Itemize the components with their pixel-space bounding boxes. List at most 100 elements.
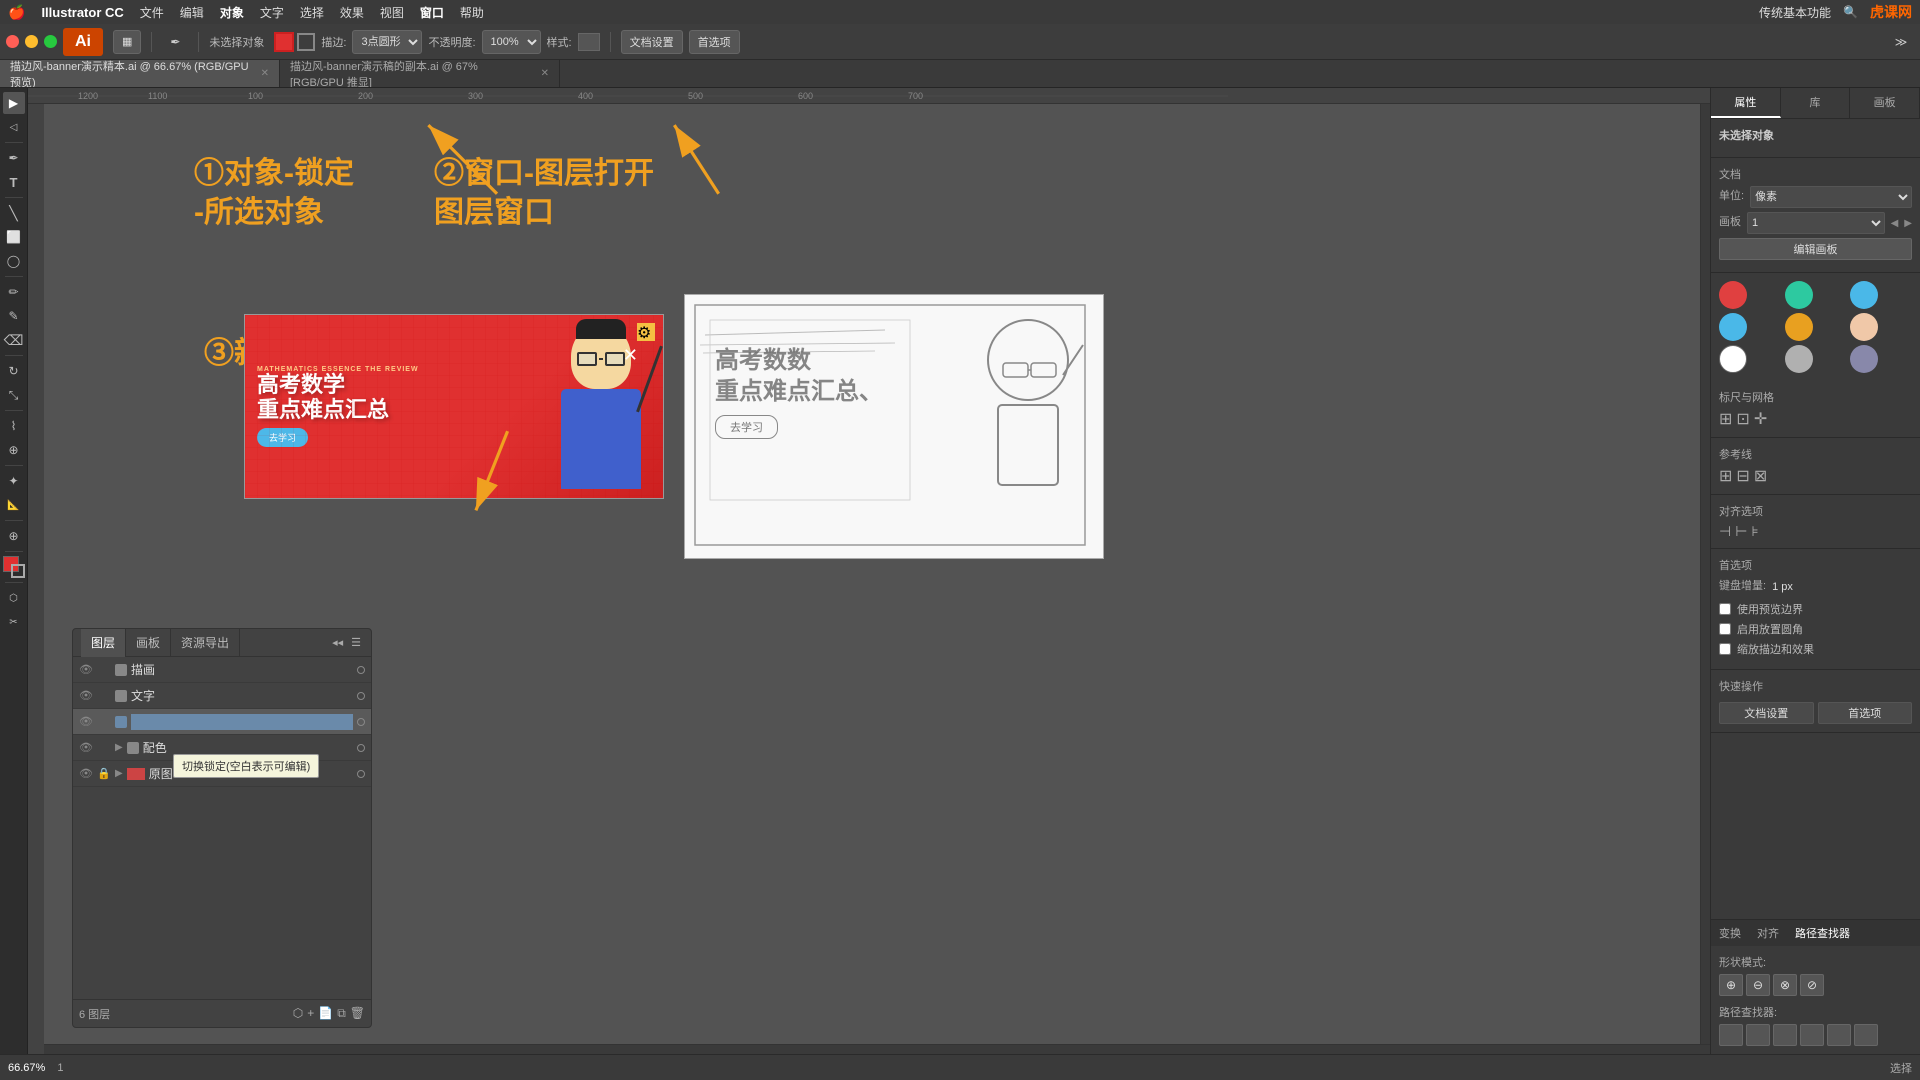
rpanel-board-select[interactable]: 1 xyxy=(1747,212,1885,234)
apple-menu[interactable]: 🍎 xyxy=(8,4,25,21)
guide-plus-icon[interactable]: ⊞ xyxy=(1719,466,1732,486)
menu-help[interactable]: 帮助 xyxy=(460,4,484,21)
menu-file[interactable]: 文件 xyxy=(140,4,164,21)
guide-lines-icon[interactable]: ⊠ xyxy=(1754,466,1767,486)
intersect-btn[interactable]: ⊗ xyxy=(1773,974,1797,996)
menu-window[interactable]: 窗口 xyxy=(420,4,444,21)
layers-tab-layers[interactable]: 图层 xyxy=(81,629,126,657)
direct-select-tool[interactable]: ◁ xyxy=(3,116,25,138)
merge-btn[interactable] xyxy=(1773,1024,1797,1046)
rounded-corners-checkbox[interactable] xyxy=(1719,623,1731,635)
rotate-tool[interactable]: ↻ xyxy=(3,360,25,382)
swatch-gray[interactable] xyxy=(1785,345,1813,373)
align-left-icon[interactable]: ⊣ xyxy=(1719,523,1731,540)
fill-stroke-indicator[interactable] xyxy=(3,556,25,578)
tool-icon[interactable]: ✒ xyxy=(162,30,188,54)
layer-eye-draw[interactable]: 👁 xyxy=(79,663,93,676)
layer-eye-original[interactable]: 👁 xyxy=(79,767,93,780)
menu-select[interactable]: 选择 xyxy=(300,4,324,21)
eraser-tool[interactable]: ⌫ xyxy=(3,329,25,351)
align-center-icon[interactable]: ⊢ xyxy=(1735,523,1747,540)
rpanel-bottom-tab-transform[interactable]: 变换 xyxy=(1711,920,1749,946)
arrangement-select[interactable]: ▦ xyxy=(113,30,141,54)
align-dots-icon[interactable]: ⊡ xyxy=(1736,409,1749,429)
tab-2-close[interactable]: ✕ xyxy=(541,68,549,79)
rpanel-bottom-tab-align[interactable]: 对齐 xyxy=(1749,920,1787,946)
style-preview[interactable] xyxy=(578,33,600,51)
select-tool[interactable]: ▶ xyxy=(3,92,25,114)
tab-1-close[interactable]: ✕ xyxy=(261,68,269,79)
swatch-green[interactable] xyxy=(1785,281,1813,309)
align-cross-icon[interactable]: ✛ xyxy=(1754,409,1767,429)
pencil-tool[interactable]: ✎ xyxy=(3,305,25,327)
pen-tool[interactable]: ✒ xyxy=(3,147,25,169)
warp-tool[interactable]: ⌇ xyxy=(3,415,25,437)
scrollbar-vertical[interactable] xyxy=(1700,104,1710,1044)
type-tool[interactable]: T xyxy=(3,171,25,193)
scrollbar-horizontal[interactable] xyxy=(44,1044,1710,1054)
layer-name-input[interactable] xyxy=(131,714,353,730)
rect-tool[interactable]: ⬜ xyxy=(3,226,25,248)
swatch-blue[interactable] xyxy=(1850,281,1878,309)
stroke-color[interactable] xyxy=(297,33,315,51)
layer-eye-text[interactable]: 👁 xyxy=(79,689,93,702)
menu-object[interactable]: 对象 xyxy=(220,4,244,21)
swatch-purple-gray[interactable] xyxy=(1850,345,1878,373)
rpanel-unit-select[interactable]: 像素 xyxy=(1750,186,1912,208)
menu-edit[interactable]: 编辑 xyxy=(180,4,204,21)
eyedropper-tool[interactable]: ✦ xyxy=(3,470,25,492)
blend-tool[interactable]: ⊕ xyxy=(3,439,25,461)
layer-row-editing[interactable]: 👁 xyxy=(73,709,371,735)
minus-back-btn[interactable] xyxy=(1854,1024,1878,1046)
menu-view[interactable]: 视图 xyxy=(380,4,404,21)
ellipse-tool[interactable]: ◯ xyxy=(3,250,25,272)
minus-front-btn[interactable]: ⊖ xyxy=(1746,974,1770,996)
maximize-button[interactable] xyxy=(44,35,57,48)
crop-btn[interactable] xyxy=(1800,1024,1824,1046)
outline-btn[interactable] xyxy=(1827,1024,1851,1046)
menu-text[interactable]: 文字 xyxy=(260,4,284,21)
layer-to-artboard-btn[interactable]: ⬡ xyxy=(293,1006,303,1021)
fill-color[interactable] xyxy=(274,32,294,52)
stroke-select[interactable]: 3点圆形 xyxy=(352,30,422,54)
line-tool[interactable]: ╲ xyxy=(3,202,25,224)
measure-tool[interactable]: 📐 xyxy=(3,494,25,516)
layers-menu-icon[interactable]: ☰ xyxy=(349,634,363,651)
paintbrush-tool[interactable]: ✏ xyxy=(3,281,25,303)
layers-tab-artboards[interactable]: 画板 xyxy=(126,629,171,657)
close-button[interactable] xyxy=(6,35,19,48)
rpanel-tab-artboards[interactable]: 画板 xyxy=(1850,88,1920,118)
layer-eye-editing[interactable]: 👁 xyxy=(79,715,93,728)
align-right-icon[interactable]: ⊧ xyxy=(1751,523,1758,540)
scale-strokes-checkbox[interactable] xyxy=(1719,643,1731,655)
divide-btn[interactable] xyxy=(1719,1024,1743,1046)
layer-delete-btn[interactable]: 🗑 xyxy=(350,1006,365,1021)
preferences-action-btn[interactable]: 首选项 xyxy=(1818,702,1913,724)
board-next-icon[interactable]: ▶ xyxy=(1904,218,1912,229)
opacity-select[interactable]: 100% xyxy=(482,30,541,54)
canvas-area[interactable]: 1200 1100 100 200 300 400 500 600 700 xyxy=(28,88,1710,1054)
rpanel-tab-libraries[interactable]: 库 xyxy=(1781,88,1851,118)
rpanel-bottom-tab-pathfinder[interactable]: 路径查找器 xyxy=(1787,920,1858,946)
layer-lock-original[interactable]: 🔒 xyxy=(97,767,111,780)
guide-grid-icon[interactable]: ⊟ xyxy=(1736,466,1749,486)
expand-icon[interactable]: ≫ xyxy=(1888,30,1914,54)
preview-bounds-checkbox[interactable] xyxy=(1719,603,1731,615)
align-grid-icon[interactable]: ⊞ xyxy=(1719,409,1732,429)
exclude-btn[interactable]: ⊘ xyxy=(1800,974,1824,996)
scale-tool[interactable]: ⤡ xyxy=(3,384,25,406)
search-icon[interactable]: 🔍 xyxy=(1843,5,1858,19)
trim-btn[interactable] xyxy=(1746,1024,1770,1046)
preferences-toolbar-btn[interactable]: 首选项 xyxy=(689,30,740,54)
tab-1[interactable]: 描边风-banner演示精本.ai @ 66.67% (RGB/GPU 预览) … xyxy=(0,60,280,87)
layer-row-draw[interactable]: 👁 描画 xyxy=(73,657,371,683)
edit-board-btn[interactable]: 编辑画板 xyxy=(1719,238,1912,260)
artboard-tool[interactable]: ⬡ xyxy=(3,587,25,609)
swatch-white[interactable] xyxy=(1719,345,1747,373)
layer-expand-palette[interactable]: ▶ xyxy=(115,742,123,753)
tab-2[interactable]: 描边风-banner演示稿的副本.ai @ 67% [RGB/GPU 推显] ✕ xyxy=(280,60,560,87)
menu-effect[interactable]: 效果 xyxy=(340,4,364,21)
swatch-red[interactable] xyxy=(1719,281,1747,309)
layer-eye-palette[interactable]: 👁 xyxy=(79,741,93,754)
layer-new-btn[interactable]: 📄 xyxy=(318,1006,333,1021)
